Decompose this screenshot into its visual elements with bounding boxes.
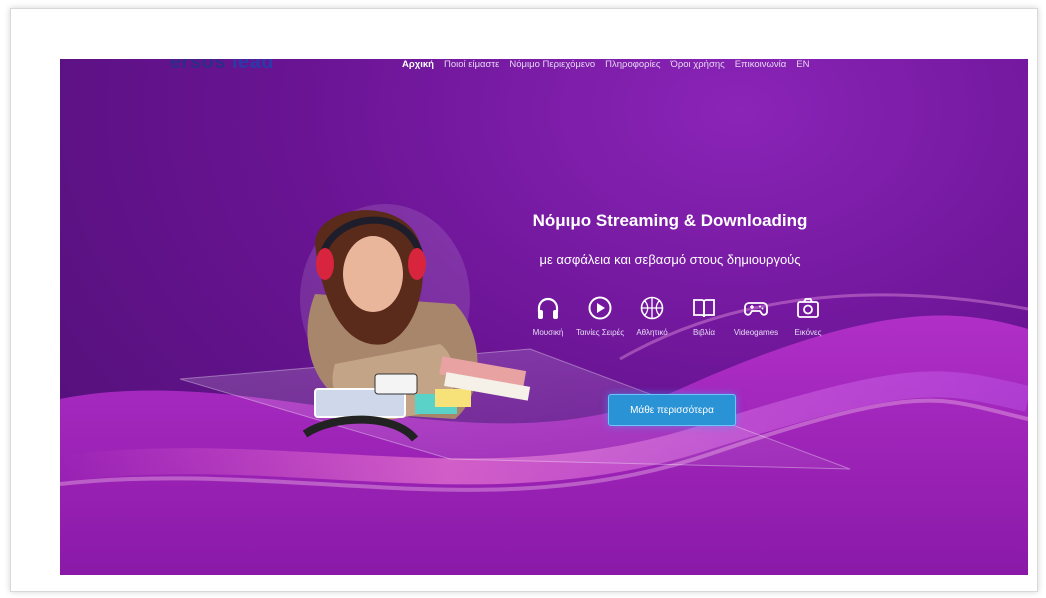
nav-item-language-en[interactable]: EN — [796, 59, 809, 70]
nav-item-contact[interactable]: Επικοινωνία — [735, 59, 787, 70]
top-nav: ersos lead Αρχική Ποιοί είμαστε Νόμιμο Π… — [60, 59, 1028, 77]
camera-icon — [797, 298, 819, 318]
category-sports[interactable]: Αθλητικό — [622, 295, 682, 338]
category-books[interactable]: Βιβλία — [674, 295, 734, 338]
nav-item-home[interactable]: Αρχική — [402, 59, 434, 70]
hero-illustration — [300, 204, 531, 442]
hero-title: Νόμιμο Streaming & Downloading — [532, 211, 808, 230]
category-images[interactable]: Εικόνες — [778, 295, 838, 338]
headphones-icon — [537, 297, 559, 319]
nav-item-terms[interactable]: Όροι χρήσης — [671, 59, 725, 70]
nav-item-info[interactable]: Πληροφορίες — [605, 59, 660, 70]
category-list: Μουσική Ταινίες Σειρές Αθλητικό Βιβλία V… — [518, 295, 828, 365]
category-videogames[interactable]: Videogames — [726, 295, 786, 338]
hero-subtitle: με ασφάλεια και σεβασμό στους δημιουργού… — [539, 252, 801, 267]
learn-more-button[interactable]: Μάθε περισσότερα — [608, 394, 736, 426]
category-music[interactable]: Μουσική — [518, 295, 578, 338]
page-frame: ersos lead Αρχική Ποιοί είμαστε Νόμιμο Π… — [10, 8, 1038, 592]
category-movies-series[interactable]: Ταινίες Σειρές — [570, 295, 630, 338]
basketball-icon — [640, 296, 664, 320]
hero-section: ersos lead Αρχική Ποιοί είμαστε Νόμιμο Π… — [60, 59, 1028, 575]
play-icon — [588, 296, 612, 320]
nav-item-legal-content[interactable]: Νόμιμο Περιεχόμενο — [509, 59, 595, 70]
nav-menu: Αρχική Ποιοί είμαστε Νόμιμο Περιεχόμενο … — [402, 59, 809, 70]
gamepad-icon — [744, 302, 768, 316]
nav-item-about[interactable]: Ποιοί είμαστε — [444, 59, 499, 70]
book-icon — [693, 299, 715, 318]
site-logo[interactable]: ersos lead — [170, 59, 274, 74]
